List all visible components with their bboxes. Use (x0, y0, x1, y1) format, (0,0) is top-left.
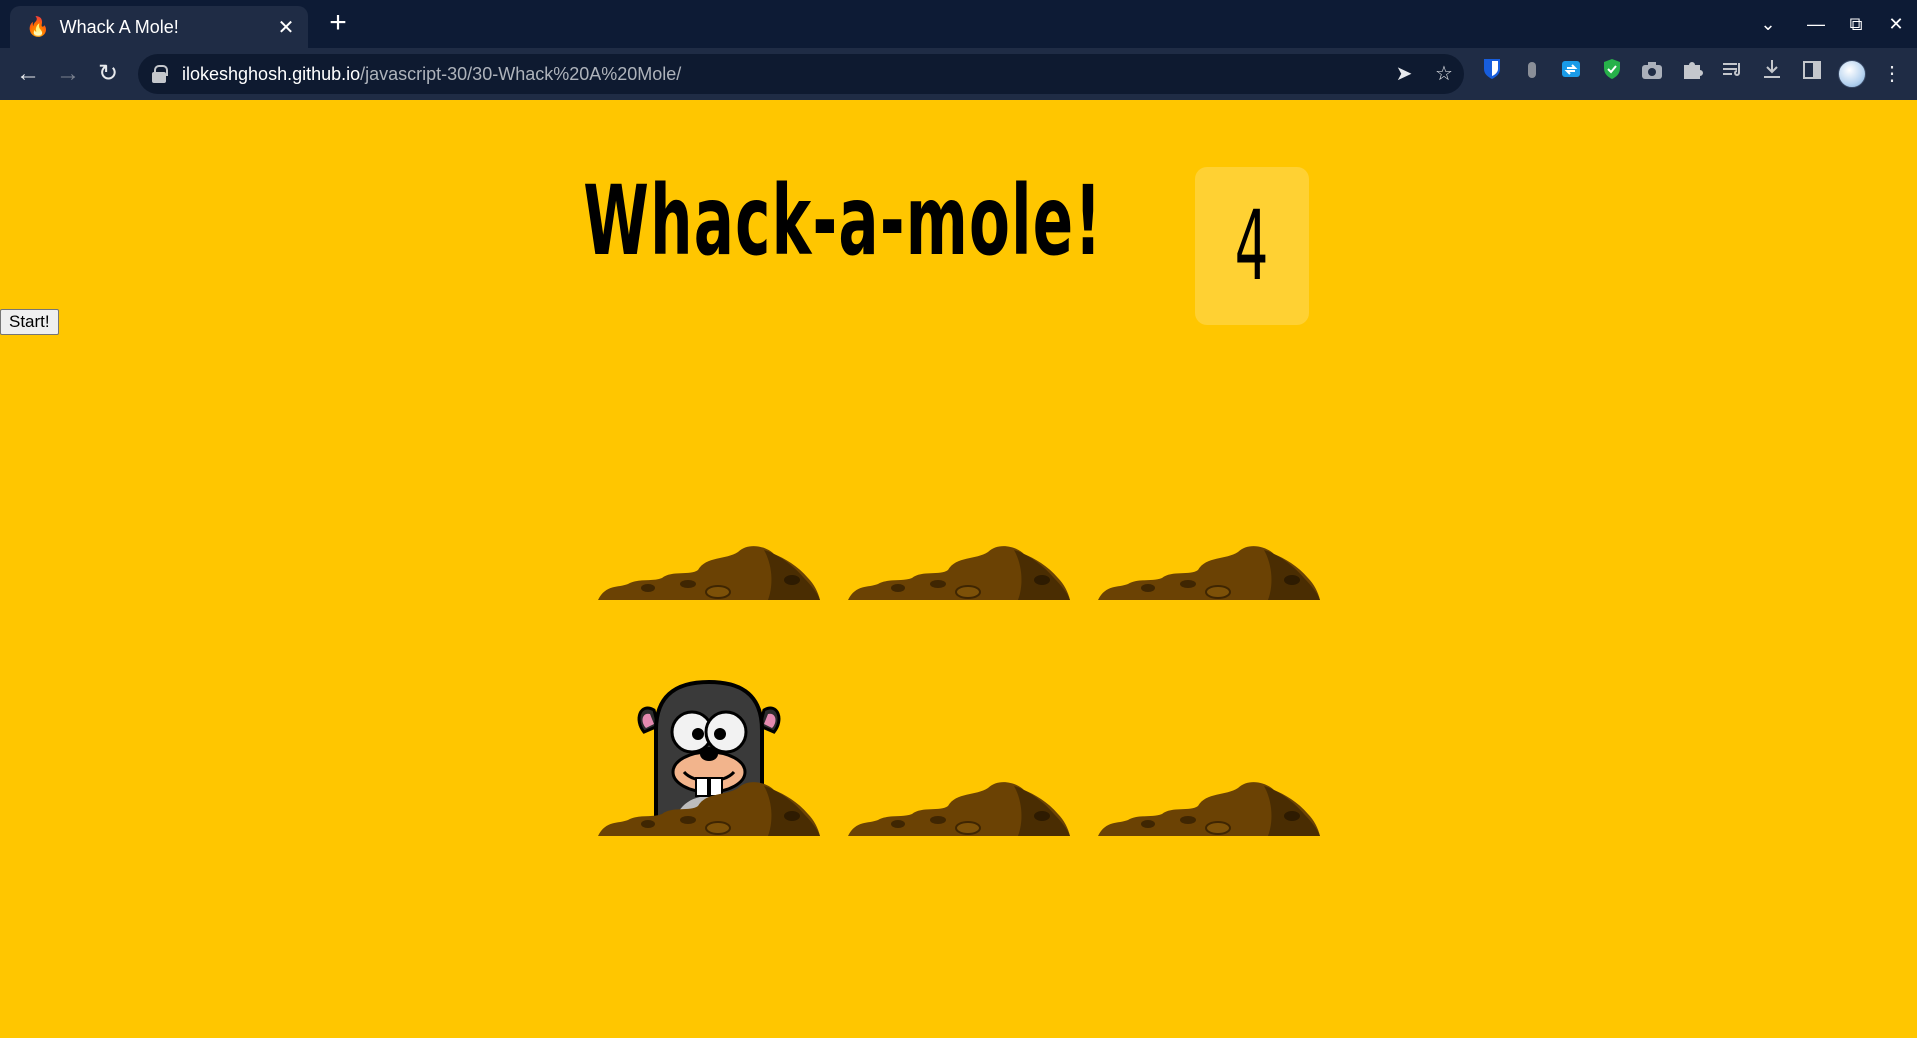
hole-with-mole[interactable] (598, 596, 820, 836)
side-panel-icon[interactable] (1796, 58, 1828, 90)
restore-icon[interactable]: ⧉ (1840, 8, 1872, 40)
close-icon[interactable]: ✕ (276, 15, 296, 40)
back-icon[interactable]: ← (12, 58, 44, 90)
fire-icon: 🔥 (26, 16, 50, 38)
browser-tab-bar: 🔥 Whack A Mole! ✕ + ⌄ — ⧉ ✕ (0, 0, 1917, 48)
dirt-mound-icon (848, 546, 1070, 600)
hole[interactable] (848, 596, 1070, 836)
minimize-icon[interactable]: — (1800, 8, 1832, 40)
download-icon[interactable] (1756, 58, 1788, 90)
forward-icon[interactable]: → (52, 58, 84, 90)
hole[interactable] (598, 360, 820, 600)
plus-icon[interactable]: + (324, 8, 352, 38)
extension-gray-icon[interactable] (1516, 58, 1548, 90)
url-host: ilokeshghosh.github.io (182, 63, 361, 84)
title-row: Whack-a-mole! (0, 165, 1917, 277)
shield-icon[interactable] (1596, 58, 1628, 90)
reading-list-icon[interactable] (1716, 58, 1748, 90)
translate-icon[interactable] (1556, 58, 1588, 90)
dirt-mound-icon (848, 782, 1070, 836)
score-box: 4 (1195, 167, 1309, 325)
browser-tab[interactable]: 🔥 Whack A Mole! ✕ (10, 6, 308, 48)
puzzle-icon[interactable] (1676, 58, 1708, 90)
star-icon[interactable]: ☆ (1428, 58, 1460, 90)
reload-icon[interactable]: ↻ (92, 58, 124, 90)
profile-avatar[interactable] (1838, 60, 1866, 88)
page-title: Whack-a-mole! (583, 165, 1104, 277)
score: 4 (1235, 190, 1269, 302)
close-icon[interactable]: ✕ (1880, 8, 1912, 40)
url-path: /javascript-30/30-Whack%20A%20Mole/ (360, 63, 682, 84)
hole[interactable] (1098, 596, 1320, 836)
camera-icon[interactable] (1636, 58, 1668, 90)
game-board (598, 360, 1320, 836)
dirt-mound-icon (598, 782, 820, 836)
browser-toolbar: ← → ↻ ilokeshghosh.github.io/javascript-… (0, 48, 1917, 100)
hole[interactable] (848, 360, 1070, 600)
start-button[interactable]: Start! (0, 309, 59, 335)
hole[interactable] (1098, 360, 1320, 600)
lock-icon[interactable] (152, 65, 168, 83)
dirt-mound-icon (598, 546, 820, 600)
chevron-down-icon[interactable]: ⌄ (1752, 8, 1784, 40)
dirt-mound-icon (1098, 546, 1320, 600)
bitwarden-icon[interactable] (1476, 58, 1508, 90)
dirt-mound-icon (1098, 782, 1320, 836)
tab-title: Whack A Mole! (59, 16, 179, 37)
share-icon[interactable]: ➤ (1388, 58, 1420, 90)
address-bar[interactable]: ilokeshghosh.github.io/javascript-30/30-… (138, 54, 1464, 94)
more-icon[interactable]: ⋮ (1876, 58, 1908, 90)
